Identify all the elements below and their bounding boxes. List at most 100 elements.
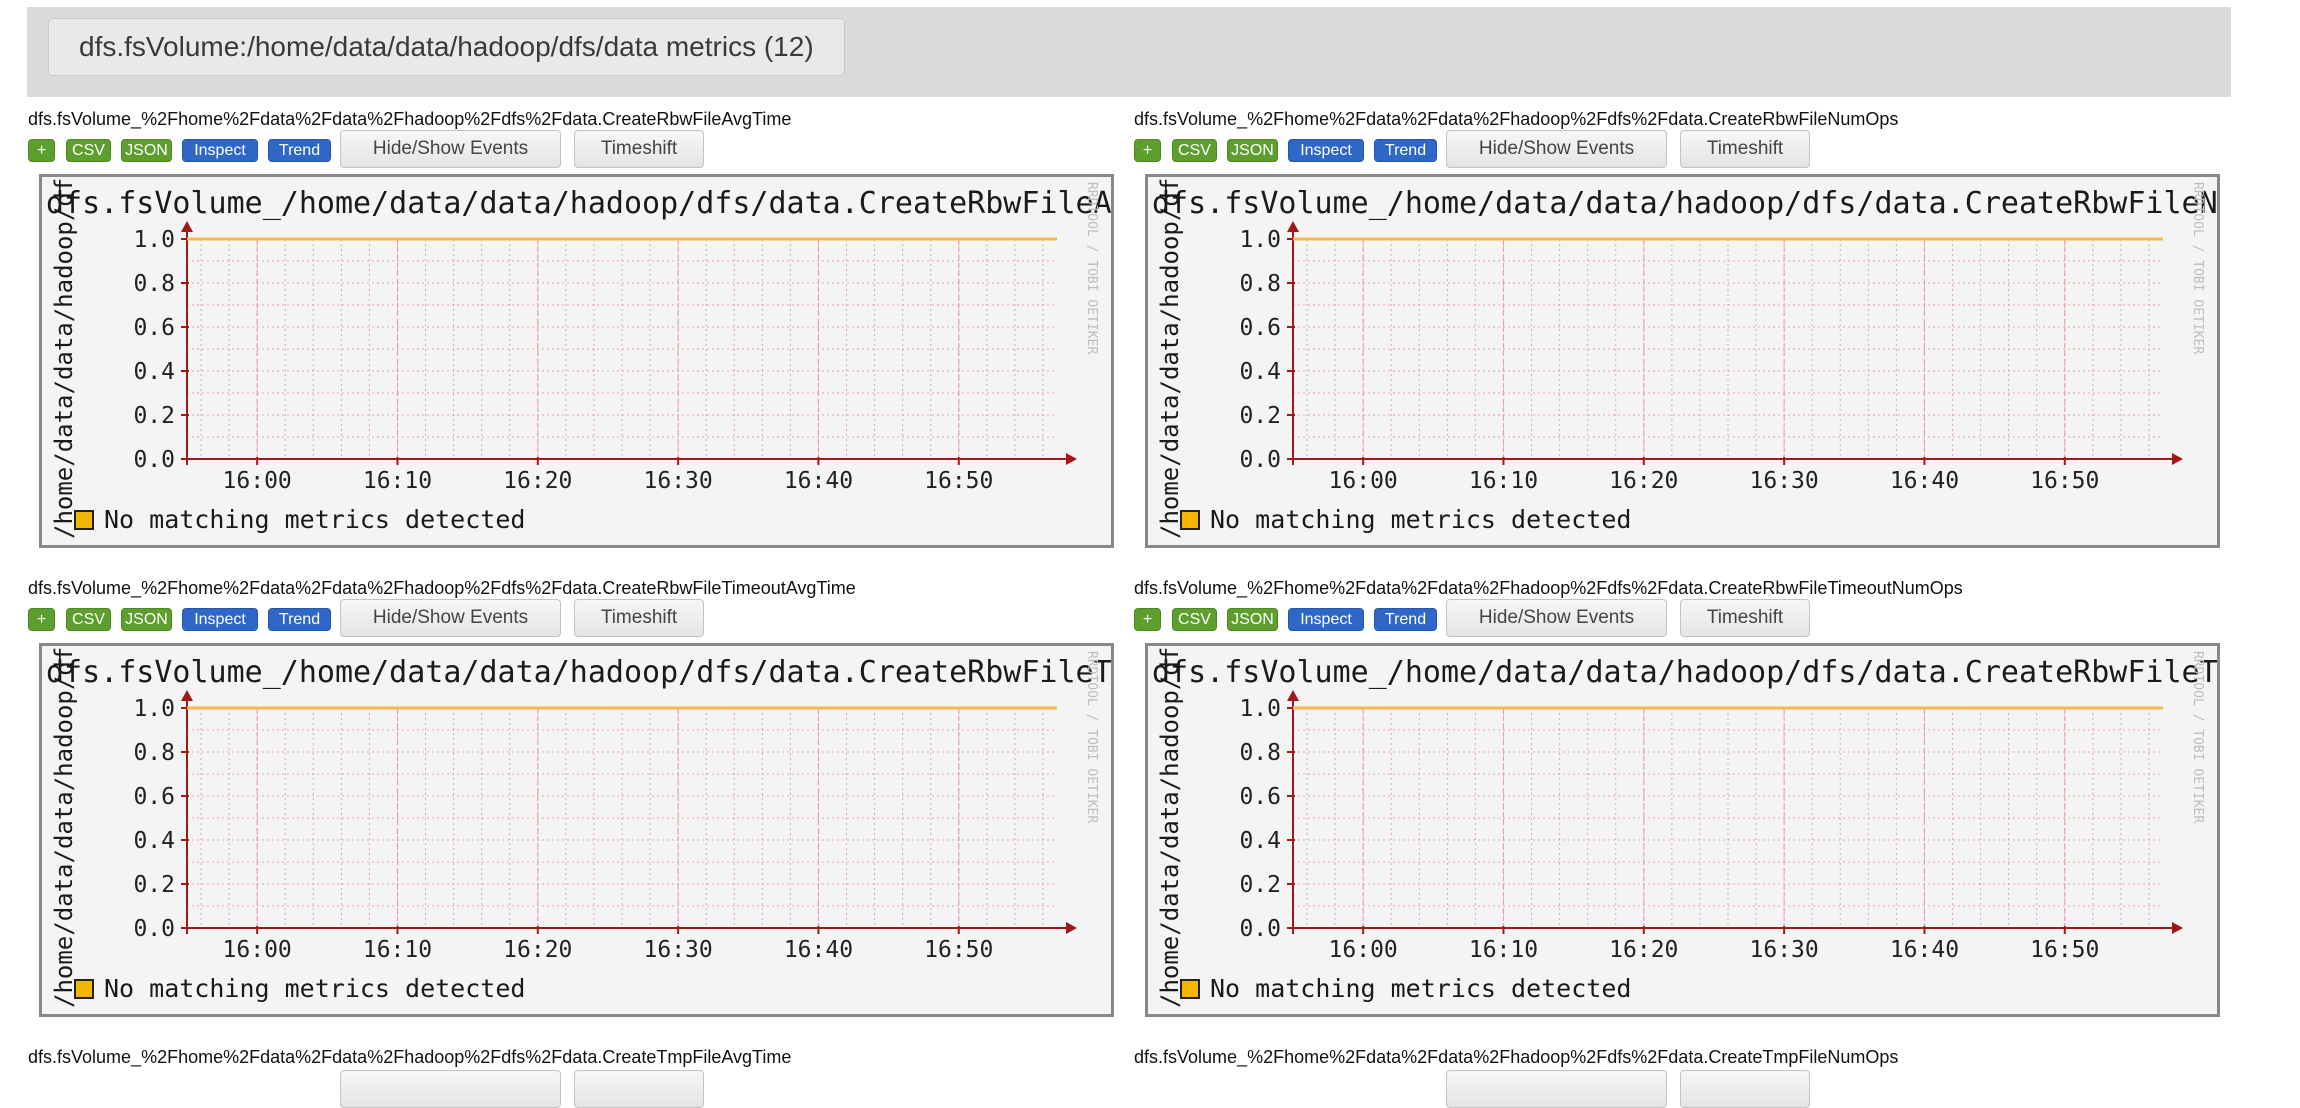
y-tick-label: 0.2 [133,872,175,898]
trend-button[interactable]: Trend [1374,608,1437,631]
timeshift-button[interactable]: Timeshift [574,130,704,168]
y-tick-label: 0.6 [1239,315,1281,341]
x-tick-label: 16:30 [644,468,713,494]
add-to-view-button[interactable]: + [28,608,55,631]
y-tick-label: 0.4 [133,828,175,854]
hide-show-events-button[interactable]: Hide/Show Events [340,599,561,637]
graph-block: dfs.fsVolume_%2Fhome%2Fdata%2Fdata%2Fhad… [1133,577,2223,1022]
x-axis-arrow-icon [2172,453,2183,465]
timeshift-button[interactable]: Timeshift [1680,130,1810,168]
trend-button[interactable]: Trend [268,139,331,162]
graph-title: dfs.fsVolume_/home/data/data/hadoop/dfs/… [46,655,1111,690]
x-tick-label: 16:50 [924,468,993,494]
legend-label: No matching metrics detected [1210,505,1631,534]
legend-swatch-icon [1180,510,1200,530]
inspect-button[interactable]: Inspect [1288,139,1364,162]
metric-name: dfs.fsVolume_%2Fhome%2Fdata%2Fdata%2Fhad… [1134,578,1963,598]
x-tick-label: 16:00 [1329,937,1398,963]
y-tick-label: 0.0 [133,916,175,942]
graph-block: dfs.fsVolume_%2Fhome%2Fdata%2Fdata%2Fhad… [27,108,1117,553]
json-button[interactable]: JSON [1227,608,1278,631]
rrdtool-watermark: RRDTOOL / TOBI OETIKER [2190,182,2205,354]
json-button[interactable]: JSON [121,139,172,162]
graph-chart: 1.0 0.8 0.6 0.4 0.2 0.0 16:00 16:10 16:20 16:30 16… [1152,177,2217,539]
csv-button[interactable]: CSV [66,608,111,631]
y-axis-arrow-icon [181,221,193,232]
y-tick-label: 1.0 [133,696,175,722]
json-button[interactable]: JSON [121,608,172,631]
legend-label: No matching metrics detected [104,974,525,1003]
rrd-graph[interactable]: 1.0 0.8 0.6 0.4 0.2 0.0 16:00 16:10 16:20 16:30 16… [39,643,1114,1017]
y-tick-label: 0.4 [1239,828,1281,854]
section-title-button[interactable]: dfs.fsVolume:/home/data/data/hadoop/dfs/… [48,18,845,76]
add-to-view-button[interactable]: + [1134,139,1161,162]
csv-button[interactable]: CSV [1172,139,1217,162]
legend-swatch-icon [74,979,94,999]
x-tick-label: 16:10 [1469,937,1538,963]
rrd-graph[interactable]: 1.0 0.8 0.6 0.4 0.2 0.0 16:00 16:10 16:20 16:30 16… [39,174,1114,548]
inspect-button[interactable]: Inspect [1288,608,1364,631]
y-axis-label: /home/data/data/hadoop/dfs/data [1156,646,1184,1008]
rrdtool-watermark: RRDTOOL / TOBI OETIKER [2190,651,2205,823]
legend-swatch-icon [74,510,94,530]
x-tick-label: 16:30 [644,937,713,963]
rrd-graph[interactable]: 1.0 0.8 0.6 0.4 0.2 0.0 16:00 16:10 16:20 16:30 16… [1145,643,2220,1017]
x-tick-label: 16:40 [784,468,853,494]
legend-label: No matching metrics detected [1210,974,1631,1003]
metric-name: dfs.fsVolume_%2Fhome%2Fdata%2Fdata%2Fhad… [1134,1047,1899,1067]
csv-button[interactable]: CSV [66,139,111,162]
x-tick-label: 16:00 [223,937,292,963]
timeshift-button[interactable]: Timeshift [574,599,704,637]
y-tick-label: 0.2 [133,403,175,429]
y-tick-label: 0.4 [1239,359,1281,385]
hide-show-events-button[interactable]: Hide/Show Events [1446,599,1667,637]
y-axis-arrow-icon [1287,221,1299,232]
y-tick-label: 1.0 [133,227,175,253]
hide-show-events-button[interactable]: Hide/Show Events [1446,130,1667,168]
y-tick-label: 0.6 [1239,784,1281,810]
metric-name: dfs.fsVolume_%2Fhome%2Fdata%2Fdata%2Fhad… [28,1047,792,1067]
trend-button[interactable]: Trend [268,608,331,631]
x-tick-label: 16:20 [503,468,572,494]
graph-title: dfs.fsVolume_/home/data/data/hadoop/dfs/… [1152,655,2217,690]
x-tick-label: 16:20 [1609,468,1678,494]
graph-chart: 1.0 0.8 0.6 0.4 0.2 0.0 16:00 16:10 16:20 16:30 16… [46,177,1111,539]
add-to-view-button[interactable]: + [1134,608,1161,631]
y-axis-label: /home/data/data/hadoop/dfs/data [1156,177,1184,539]
json-button[interactable]: JSON [1227,139,1278,162]
y-tick-label: 0.8 [1239,740,1281,766]
x-tick-label: 16:50 [2030,937,2099,963]
add-to-view-button[interactable]: + [28,139,55,162]
y-axis-label: /home/data/data/hadoop/dfs/data [50,646,78,1008]
graph-chart: 1.0 0.8 0.6 0.4 0.2 0.0 16:00 16:10 16:20 16:30 16… [46,646,1111,1008]
y-tick-label: 0.8 [133,271,175,297]
x-tick-label: 16:20 [1609,937,1678,963]
trend-button[interactable]: Trend [1374,139,1437,162]
y-tick-label: 0.0 [1239,916,1281,942]
x-tick-label: 16:20 [503,937,572,963]
x-tick-label: 16:40 [784,937,853,963]
y-tick-label: 1.0 [1239,696,1281,722]
y-axis-arrow-icon [1287,690,1299,701]
y-tick-label: 0.2 [1239,872,1281,898]
graph-title: dfs.fsVolume_/home/data/data/hadoop/dfs/… [1152,186,2217,221]
inspect-button[interactable]: Inspect [182,139,258,162]
y-tick-label: 1.0 [1239,227,1281,253]
rrd-graph[interactable]: 1.0 0.8 0.6 0.4 0.2 0.0 16:00 16:10 16:20 16:30 16… [1145,174,2220,548]
timeshift-button[interactable]: Timeshift [1680,599,1810,637]
x-tick-label: 16:30 [1750,468,1819,494]
y-tick-label: 0.2 [1239,403,1281,429]
y-tick-label: 0.4 [133,359,175,385]
y-tick-label: 0.0 [133,447,175,473]
graph-block: dfs.fsVolume_%2Fhome%2Fdata%2Fdata%2Fhad… [27,577,1117,1022]
hide-show-events-button[interactable]: Hide/Show Events [340,130,561,168]
y-tick-label: 0.0 [1239,447,1281,473]
y-tick-label: 0.6 [133,315,175,341]
x-tick-label: 16:10 [1469,468,1538,494]
graph-title: dfs.fsVolume_/home/data/data/hadoop/dfs/… [46,186,1111,221]
csv-button[interactable]: CSV [1172,608,1217,631]
x-tick-label: 16:10 [363,937,432,963]
x-tick-label: 16:30 [1750,937,1819,963]
inspect-button[interactable]: Inspect [182,608,258,631]
graph-block: dfs.fsVolume_%2Fhome%2Fdata%2Fdata%2Fhad… [1133,108,2223,553]
